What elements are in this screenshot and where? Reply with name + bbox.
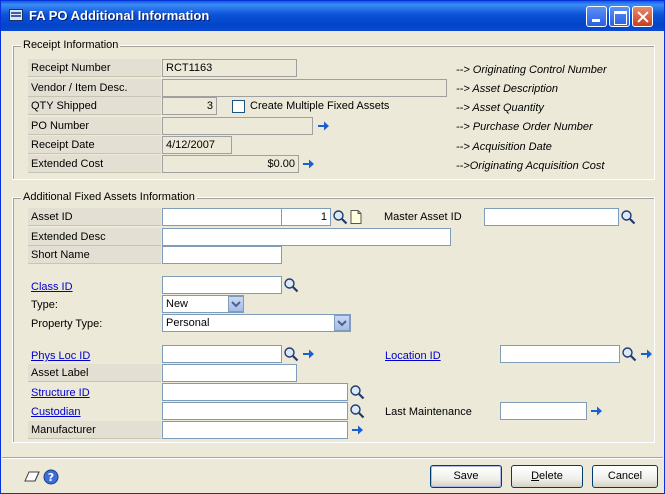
extended-cost-label: Extended Cost (28, 155, 161, 173)
receipt-number-label: Receipt Number (28, 59, 161, 77)
vendor-item-desc-value (162, 79, 447, 97)
location-id-link[interactable]: Location ID (385, 350, 441, 362)
short-name-label: Short Name (28, 246, 161, 264)
extended-desc-label: Extended Desc (28, 228, 161, 246)
originating-acquisition-cost-note: -->Originating Acquisition Cost (456, 160, 605, 172)
location-id-expand-icon[interactable] (638, 346, 654, 362)
qty-shipped-value: 3 (162, 97, 217, 115)
asset-description-note: --> Asset Description (456, 83, 558, 95)
location-id-input[interactable] (500, 345, 620, 363)
class-id-link[interactable]: Class ID (31, 281, 73, 293)
phys-loc-id-link[interactable]: Phys Loc ID (31, 350, 90, 362)
class-id-lookup-icon[interactable] (283, 277, 299, 293)
extended-cost-value: $0.00 (162, 155, 299, 173)
asset-label-label: Asset Label (28, 364, 161, 382)
qty-shipped-label: QTY Shipped (28, 97, 161, 115)
phys-loc-id-lookup-icon[interactable] (283, 346, 299, 362)
note-icon[interactable] (23, 469, 40, 485)
maximize-button[interactable] (609, 6, 630, 27)
manufacturer-input[interactable] (162, 421, 348, 439)
title-bar[interactable]: FA PO Additional Information (1, 1, 664, 31)
purchase-order-number-note: --> Purchase Order Number (456, 121, 593, 133)
acquisition-date-note: --> Acquisition Date (456, 141, 552, 153)
asset-id-label: Asset ID (28, 208, 161, 226)
asset-id-suffix-input[interactable]: 1 (281, 208, 331, 226)
custodian-lookup-icon[interactable] (349, 403, 365, 419)
window-title: FA PO Additional Information (29, 8, 210, 23)
vendor-item-desc-label: Vendor / Item Desc. (28, 79, 161, 97)
master-asset-id-label: Master Asset ID (384, 211, 462, 223)
master-asset-id-lookup-icon[interactable] (620, 209, 636, 225)
new-document-icon[interactable] (348, 209, 364, 225)
delete-button-label: elete (539, 470, 563, 482)
po-number-value (162, 117, 313, 135)
short-name-input[interactable] (162, 246, 282, 264)
cancel-button[interactable]: Cancel (592, 465, 658, 488)
extended-desc-input[interactable] (162, 228, 451, 246)
receipt-number-value: RCT1163 (162, 59, 297, 77)
window-icon (9, 9, 23, 21)
last-maintenance-expand-icon[interactable] (588, 403, 604, 419)
po-number-expand-icon[interactable] (315, 118, 331, 134)
help-icon[interactable]: ? (43, 469, 59, 485)
custodian-link[interactable]: Custodian (31, 406, 81, 418)
last-maintenance-label: Last Maintenance (385, 406, 472, 418)
class-id-input[interactable] (162, 276, 282, 294)
asset-id-lookup-icon[interactable] (332, 209, 348, 225)
property-type-label: Property Type: (31, 318, 103, 330)
location-id-lookup-icon[interactable] (621, 346, 637, 362)
save-button[interactable]: Save (430, 465, 502, 488)
asset-label-input[interactable] (162, 364, 297, 382)
asset-id-input[interactable] (162, 208, 282, 226)
master-asset-id-input[interactable] (484, 208, 619, 226)
svg-text:?: ? (48, 471, 54, 484)
close-button[interactable] (632, 6, 653, 27)
receipt-information-legend: Receipt Information (21, 39, 121, 51)
create-multiple-assets-label[interactable]: Create Multiple Fixed Assets (250, 100, 389, 112)
receipt-date-label: Receipt Date (28, 136, 161, 154)
minimize-button[interactable] (586, 6, 607, 27)
manufacturer-label: Manufacturer (28, 421, 161, 439)
last-maintenance-input[interactable] (500, 402, 587, 420)
dialog-window: FA PO Additional Information Receipt Inf… (0, 0, 665, 494)
manufacturer-expand-icon[interactable] (349, 422, 365, 438)
create-multiple-assets-checkbox[interactable] (232, 100, 245, 113)
delete-button-mnemonic: D (531, 470, 540, 482)
extended-cost-expand-icon[interactable] (300, 156, 316, 172)
custodian-input[interactable] (162, 402, 348, 420)
originating-control-number-note: --> Originating Control Number (456, 64, 607, 76)
bottom-separator (2, 457, 663, 459)
phys-loc-id-expand-icon[interactable] (300, 346, 316, 362)
asset-quantity-note: --> Asset Quantity (456, 102, 544, 114)
type-label: Type: (31, 299, 58, 311)
delete-button[interactable]: Delete (511, 465, 583, 488)
po-number-label: PO Number (28, 117, 161, 135)
property-type-select[interactable]: Personal (162, 314, 351, 332)
structure-id-link[interactable]: Structure ID (31, 387, 90, 399)
structure-id-lookup-icon[interactable] (349, 384, 365, 400)
receipt-date-value: 4/12/2007 (162, 136, 232, 154)
type-dropdown-chevron-down-icon[interactable] (228, 296, 244, 312)
structure-id-input[interactable] (162, 383, 348, 401)
additional-fixed-assets-legend: Additional Fixed Assets Information (21, 191, 197, 203)
phys-loc-id-input[interactable] (162, 345, 282, 363)
property-type-dropdown-chevron-down-icon[interactable] (334, 315, 350, 331)
